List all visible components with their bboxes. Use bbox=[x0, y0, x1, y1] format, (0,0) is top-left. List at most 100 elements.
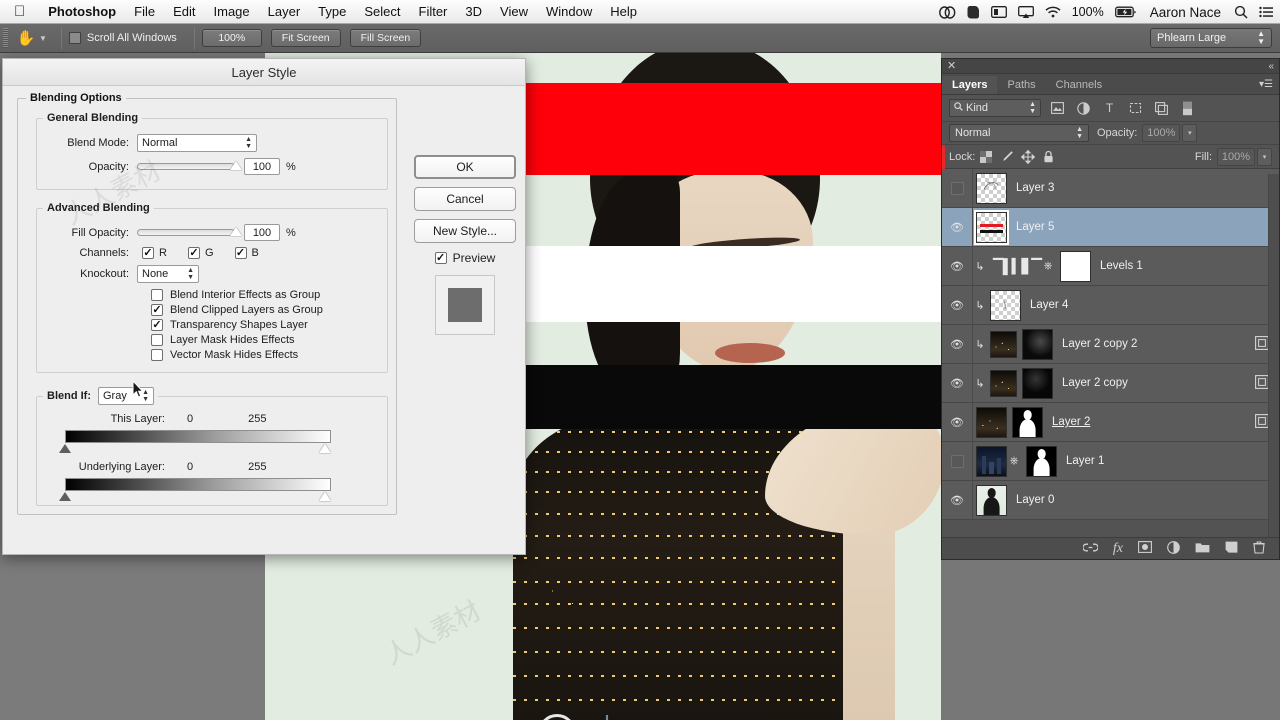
preview-checkbox[interactable] bbox=[434, 252, 447, 264]
panel-tabs[interactable]: Layers Paths Channels ▾☰ bbox=[942, 74, 1279, 95]
table-row[interactable]: 👁 ↳ Layer 2 copy 2 bbox=[942, 325, 1279, 364]
delete-layer-icon[interactable] bbox=[1253, 540, 1265, 557]
evernote-elephant-icon[interactable] bbox=[967, 5, 980, 19]
fill-screen-button[interactable]: Fill Screen bbox=[349, 29, 422, 47]
layer-filter-bar[interactable]: Kind ▲ ▼ T bbox=[942, 95, 1279, 122]
up-down-stepper-icon[interactable]: ▲ ▼ bbox=[179, 267, 194, 281]
zoom-100-button[interactable]: 100% bbox=[201, 29, 262, 47]
underlying-layer-white-knob[interactable] bbox=[319, 492, 331, 501]
layer-thumbnail[interactable] bbox=[976, 484, 1007, 516]
spotlight-search-icon[interactable] bbox=[1234, 5, 1248, 19]
tab-channels[interactable]: Channels bbox=[1046, 76, 1112, 94]
blend-if-channel-select[interactable]: Gray ▲ ▼ bbox=[98, 387, 154, 405]
layer-name[interactable]: Layer 2 bbox=[1052, 416, 1090, 428]
underlying-layer-black-knob[interactable] bbox=[59, 492, 71, 501]
dialog-titlebar[interactable]: Layer Style bbox=[3, 59, 525, 86]
lock-all-icon[interactable] bbox=[1038, 150, 1059, 163]
fill-opacity-slider-knob[interactable] bbox=[230, 227, 242, 236]
tab-paths[interactable]: Paths bbox=[997, 76, 1045, 94]
new-group-icon[interactable] bbox=[1195, 541, 1210, 556]
link-layers-icon[interactable] bbox=[1082, 542, 1099, 556]
smart-object-badge-icon[interactable] bbox=[1255, 335, 1269, 353]
layer-list[interactable]: Layer 3 👁 Layer 5 👁 ↳ ▔▌▍▋▔ ⎈ Levels 1 👁… bbox=[942, 169, 1279, 520]
vector-mask-hides-effects-checkbox[interactable] bbox=[151, 349, 163, 361]
table-row[interactable]: 👁 Layer 5 bbox=[942, 208, 1279, 247]
channel-r-checkbox[interactable] bbox=[142, 247, 154, 259]
eye-icon[interactable]: 👁 bbox=[950, 260, 964, 273]
eye-icon[interactable]: 👁 bbox=[950, 416, 964, 429]
table-row[interactable]: 👁 Layer 2 bbox=[942, 403, 1279, 442]
options-bar-grip[interactable] bbox=[3, 28, 8, 48]
channel-b-checkbox[interactable] bbox=[234, 247, 247, 259]
filter-kind-select[interactable]: Kind ▲ ▼ bbox=[949, 99, 1041, 117]
up-down-stepper-icon[interactable]: ▲ ▼ bbox=[1257, 30, 1265, 46]
new-style-button[interactable]: New Style... bbox=[414, 219, 516, 243]
layer-blend-mode-select[interactable]: Normal ▲ ▼ bbox=[949, 124, 1089, 142]
up-down-stepper-icon[interactable]: ▲ ▼ bbox=[1029, 101, 1036, 115]
levels-adjustment-icon[interactable]: ▔▌▍▋▔ bbox=[993, 258, 1042, 275]
underlying-layer-slider[interactable] bbox=[59, 478, 331, 501]
layer-mask-hides-effects-checkbox[interactable] bbox=[151, 334, 163, 346]
menu-type[interactable]: Type bbox=[309, 4, 355, 19]
new-layer-icon[interactable] bbox=[1225, 541, 1238, 556]
chevron-down-icon[interactable]: ▼ bbox=[39, 34, 47, 43]
smart-object-badge-icon[interactable] bbox=[1255, 374, 1269, 392]
layer-name[interactable]: Layer 5 bbox=[1016, 221, 1054, 233]
opacity-slider-knob[interactable] bbox=[230, 161, 242, 170]
transparency-shapes-layer-row[interactable]: Transparency Shapes Layer bbox=[151, 319, 381, 331]
layer-thumbnail[interactable] bbox=[990, 369, 1017, 397]
layer-visibility-toggle[interactable]: 👁 bbox=[942, 247, 973, 285]
creative-cloud-icon[interactable] bbox=[938, 5, 956, 19]
notification-center-icon[interactable] bbox=[1259, 6, 1274, 18]
tab-layers[interactable]: Layers bbox=[942, 76, 998, 94]
up-down-stepper-icon[interactable]: ▲ ▼ bbox=[237, 136, 252, 150]
fill-value[interactable]: 100% bbox=[1217, 147, 1255, 166]
layer-visibility-toggle[interactable]: 👁 bbox=[942, 286, 973, 324]
layer-visibility-toggle[interactable]: 👁 bbox=[942, 364, 973, 402]
layers-panel-bottom-bar[interactable]: fx bbox=[942, 537, 1279, 559]
lock-image-pixels-icon[interactable] bbox=[996, 150, 1017, 163]
airplay-icon[interactable] bbox=[1017, 5, 1034, 19]
tool-options-bar[interactable]: ✋ ▼ Scroll All Windows 100% Fit Screen F… bbox=[0, 24, 1280, 53]
layer-visibility-toggle[interactable]: 👁 bbox=[942, 481, 973, 519]
this-layer-slider[interactable] bbox=[59, 430, 331, 453]
mask-link-icon[interactable]: ⎈ bbox=[1041, 260, 1055, 273]
blend-mode-select[interactable]: Normal ▲ ▼ bbox=[137, 134, 257, 152]
blend-clipped-layers-checkbox[interactable] bbox=[151, 304, 163, 316]
type-filter-icon[interactable]: T bbox=[1100, 99, 1119, 117]
layer-thumbnail[interactable] bbox=[974, 209, 1009, 245]
this-layer-white-knob[interactable] bbox=[319, 444, 331, 453]
layer-mask-thumbnail[interactable] bbox=[1022, 367, 1053, 399]
eye-icon[interactable]: 👁 bbox=[950, 377, 964, 390]
layer-name[interactable]: Layer 0 bbox=[1016, 494, 1054, 506]
menu-photoshop[interactable]: Photoshop bbox=[39, 4, 125, 19]
filter-toggle-icon[interactable] bbox=[1178, 99, 1197, 117]
layer-lock-bar[interactable]: Lock: Fill: 100% ▾ bbox=[942, 145, 1279, 169]
macos-menubar[interactable]:  Photoshop File Edit Image Layer Type S… bbox=[0, 0, 1280, 24]
fill-stepper-icon[interactable]: ▾ bbox=[1257, 147, 1272, 166]
channel-g-checkbox[interactable] bbox=[187, 247, 200, 259]
eye-icon[interactable]: 👁 bbox=[950, 338, 964, 351]
shape-filter-icon[interactable] bbox=[1126, 99, 1145, 117]
adjustment-filter-icon[interactable] bbox=[1074, 99, 1093, 117]
close-icon[interactable]: ✕ bbox=[947, 60, 956, 72]
menubar-username[interactable]: Aaron Nace bbox=[1148, 5, 1223, 20]
menu-image[interactable]: Image bbox=[205, 4, 259, 19]
table-row[interactable]: 👁 ↳ Layer 2 copy bbox=[942, 364, 1279, 403]
preview-row[interactable]: Preview bbox=[414, 251, 516, 265]
layer-thumbnail[interactable] bbox=[976, 406, 1007, 438]
menu-select[interactable]: Select bbox=[355, 4, 409, 19]
layer-name[interactable]: Layer 1 bbox=[1066, 455, 1104, 467]
cancel-button[interactable]: Cancel bbox=[414, 187, 516, 211]
display-icon[interactable] bbox=[990, 6, 1007, 18]
eye-off-icon[interactable] bbox=[950, 181, 964, 195]
workspace-preset-picker[interactable]: Phlearn Large ▲ ▼ bbox=[1150, 28, 1272, 48]
channel-b[interactable]: B bbox=[230, 247, 259, 259]
opacity-slider[interactable] bbox=[137, 161, 242, 170]
layer-mask-thumbnail[interactable] bbox=[1022, 328, 1053, 360]
menu-layer[interactable]: Layer bbox=[259, 4, 310, 19]
this-layer-black-knob[interactable] bbox=[59, 444, 71, 453]
channel-g[interactable]: G bbox=[183, 247, 214, 259]
menu-file[interactable]: File bbox=[125, 4, 164, 19]
eye-icon[interactable]: 👁 bbox=[950, 494, 964, 507]
